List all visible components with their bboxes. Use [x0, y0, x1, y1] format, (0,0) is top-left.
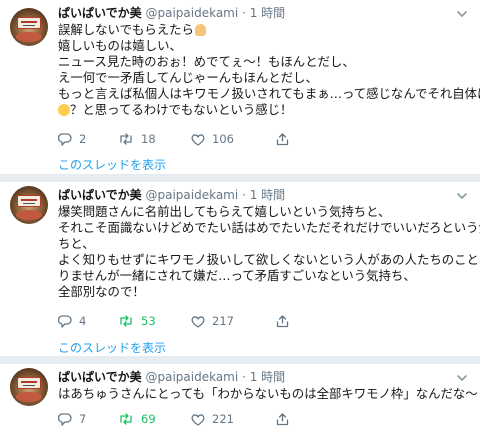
tweet-actions: 4 53 217: [58, 313, 438, 329]
reply-icon: [58, 412, 72, 426]
display-name[interactable]: ぱいぱいでか美: [58, 6, 142, 20]
tweet-text: 誤解しないでもらえたら 嬉しいものは嬉しい、 ニュース見た時のおぉ！めでてぇ〜！…: [58, 22, 480, 118]
reply-icon: [58, 314, 72, 328]
tweet-line: 全部別なので！: [58, 284, 145, 299]
reply-button[interactable]: 7: [58, 411, 86, 427]
folded-hands-emoji: [194, 24, 206, 36]
retweet-count: 69: [141, 412, 156, 426]
tweet-line: もっと言えば私個人はキワモノ扱いされてもまぁ…って感じなんでそれ自体にン: [58, 86, 480, 101]
reply-button[interactable]: 2: [58, 131, 86, 147]
avatar[interactable]: [10, 368, 48, 406]
user-handle[interactable]: @paipaidekami: [145, 6, 238, 20]
user-handle[interactable]: @paipaidekami: [145, 370, 238, 384]
tweet-line: ？と思ってるわけでもないという感じ！: [70, 102, 293, 117]
retweet-icon: [120, 413, 132, 425]
share-button[interactable]: [276, 411, 289, 427]
retweet-icon: [120, 315, 132, 327]
display-name[interactable]: ぱいぱいでか美: [58, 188, 142, 202]
tweet-line: え一何で一矛盾してんじゃーんもほんとだし、: [58, 70, 318, 85]
tweet-line: それこそ面識ないけどめでたい話はめでたいただそれだけでいいだろという気持: [58, 220, 480, 235]
retweet-icon: [120, 133, 132, 145]
tweet-actions: 7 69 221: [58, 411, 438, 427]
share-icon: [276, 314, 289, 327]
retweet-button[interactable]: 53: [118, 313, 156, 329]
display-name[interactable]: ぱいぱいでか美: [58, 370, 142, 384]
tweet-actions: 2 18 106: [58, 131, 438, 147]
reply-count: 2: [79, 132, 87, 146]
like-button[interactable]: 217: [191, 313, 234, 329]
show-thread-link[interactable]: このスレッドを表示: [58, 156, 166, 173]
like-icon: [191, 315, 205, 328]
tweet-1[interactable]: ぱいぱいでか美 @paipaidekami · 1 時間 誤解しないでもらえたら…: [0, 0, 480, 182]
tweet-line: 爆笑問題さんに名前出してもらえて嬉しいという気持ちと、: [58, 204, 391, 219]
like-button[interactable]: 221: [191, 411, 234, 427]
retweet-button[interactable]: 18: [118, 131, 156, 147]
retweet-button[interactable]: 69: [118, 411, 156, 427]
tweet-text: はあちゅうさんにとっても「わからないものは全部キワモノ枠」なんだな〜: [58, 386, 478, 402]
avatar[interactable]: [10, 186, 48, 224]
share-button[interactable]: [276, 131, 289, 147]
like-button[interactable]: 106: [191, 131, 234, 147]
like-count: 106: [212, 132, 234, 146]
tweet-line: ちと、: [58, 236, 95, 251]
share-icon: [276, 412, 289, 425]
tweet-line: りませんが一緒にされて嫌だ…って矛盾すごいなという気持ち、: [58, 268, 416, 283]
like-count: 221: [212, 412, 234, 426]
tweet-3[interactable]: ぱいぱいでか美 @paipaidekami · 1 時間 はあちゅうさんにとって…: [0, 364, 480, 432]
retweet-count: 18: [141, 132, 156, 146]
tweet-divider: [0, 174, 480, 182]
tweet-line: はあちゅうさんにとっても「わからないものは全部キワモノ枠」なんだな〜: [58, 386, 478, 401]
tweet-header: ぱいぱいでか美 @paipaidekami · 1 時間: [58, 188, 285, 203]
show-thread-link[interactable]: このスレッドを表示: [58, 339, 166, 356]
tweet-2[interactable]: ぱいぱいでか美 @paipaidekami · 1 時間 爆笑問題さんに名前出し…: [0, 182, 480, 356]
tweet-text: 爆笑問題さんに名前出してもらえて嬉しいという気持ちと、 それこそ面識ないけどめで…: [58, 204, 480, 300]
reply-count: 4: [79, 314, 87, 328]
tweet-line: 誤解しないでもらえたら: [58, 22, 194, 37]
avatar[interactable]: [10, 8, 48, 46]
share-button[interactable]: [276, 313, 289, 329]
chevron-down-icon[interactable]: [456, 8, 468, 20]
like-icon: [191, 133, 205, 146]
chevron-down-icon[interactable]: [456, 372, 468, 384]
user-handle[interactable]: @paipaidekami: [145, 188, 238, 202]
reply-icon: [58, 132, 72, 146]
like-icon: [191, 413, 205, 426]
tweet-line: 嬉しいものは嬉しい、: [58, 38, 182, 53]
separator-dot: ·: [242, 370, 246, 384]
timestamp[interactable]: 1 時間: [250, 188, 285, 202]
chevron-down-icon[interactable]: [456, 190, 468, 202]
timestamp[interactable]: 1 時間: [250, 370, 285, 384]
tweet-divider: [0, 356, 480, 364]
tweet-line: よく知りもせずにキワモノ扱いして欲しくないという人があの人たちのことは知: [58, 252, 480, 267]
separator-dot: ·: [242, 188, 246, 202]
separator-dot: ·: [242, 6, 246, 20]
share-icon: [276, 132, 289, 145]
tweet-header: ぱいぱいでか美 @paipaidekami · 1 時間: [58, 370, 285, 385]
reply-count: 7: [79, 412, 87, 426]
tweet-line: ニュース見た時のおぉ！めでてぇ〜！もほんとだし、: [58, 54, 355, 69]
reply-button[interactable]: 4: [58, 313, 86, 329]
timestamp[interactable]: 1 時間: [250, 6, 285, 20]
tweet-header: ぱいぱいでか美 @paipaidekami · 1 時間: [58, 6, 285, 21]
retweet-count: 53: [141, 314, 156, 328]
thinking-face-emoji: [58, 104, 70, 116]
like-count: 217: [212, 314, 234, 328]
